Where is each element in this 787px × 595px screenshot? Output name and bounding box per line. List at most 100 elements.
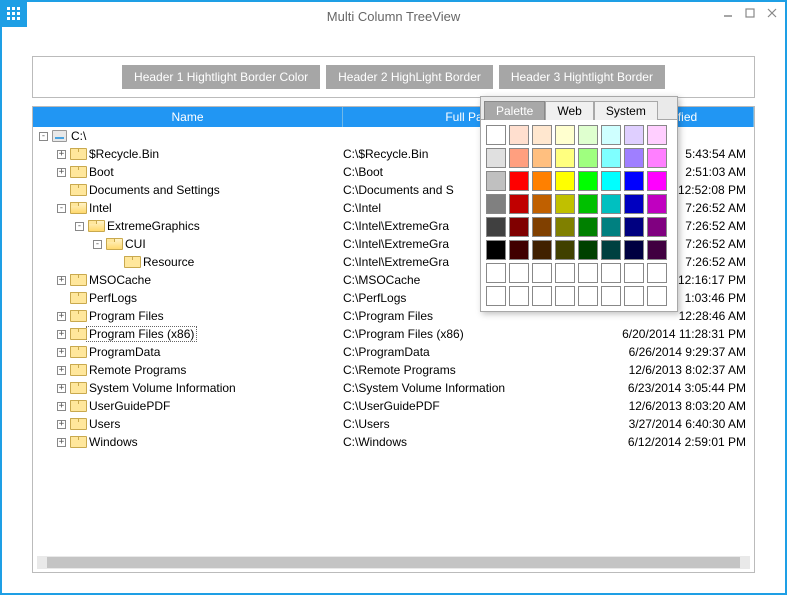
expand-icon[interactable]: +: [57, 276, 66, 285]
tree-row[interactable]: +WindowsC:\Windows6/12/2014 2:59:01 PM: [39, 433, 754, 451]
color-swatch[interactable]: [647, 286, 667, 306]
color-swatch[interactable]: [555, 263, 575, 283]
color-swatch[interactable]: [486, 171, 506, 191]
color-swatch[interactable]: [555, 125, 575, 145]
color-swatch[interactable]: [647, 148, 667, 168]
header3-highlight-button[interactable]: Header 3 Hightlight Border: [499, 65, 665, 89]
expand-icon[interactable]: +: [57, 168, 66, 177]
color-swatch[interactable]: [486, 263, 506, 283]
close-button[interactable]: [765, 6, 779, 20]
color-swatch[interactable]: [647, 263, 667, 283]
color-swatch[interactable]: [624, 240, 644, 260]
color-swatch[interactable]: [555, 171, 575, 191]
color-swatch[interactable]: [624, 194, 644, 214]
color-swatch[interactable]: [624, 171, 644, 191]
tab-web[interactable]: Web: [545, 101, 593, 120]
expand-icon[interactable]: +: [57, 402, 66, 411]
tree-row[interactable]: +Remote ProgramsC:\Remote Programs12/6/2…: [39, 361, 754, 379]
tree-row[interactable]: +UsersC:\Users3/27/2014 6:40:30 AM: [39, 415, 754, 433]
modified-cell: 6/12/2014 2:59:01 PM: [596, 435, 754, 449]
color-swatch[interactable]: [555, 286, 575, 306]
color-swatch[interactable]: [647, 171, 667, 191]
color-swatch[interactable]: [601, 263, 621, 283]
color-swatch[interactable]: [601, 217, 621, 237]
maximize-button[interactable]: [743, 6, 757, 20]
tree-row[interactable]: +System Volume InformationC:\System Volu…: [39, 379, 754, 397]
color-swatch[interactable]: [532, 263, 552, 283]
color-swatch[interactable]: [624, 286, 644, 306]
minimize-button[interactable]: [721, 6, 735, 20]
color-swatch[interactable]: [486, 194, 506, 214]
color-swatch[interactable]: [601, 171, 621, 191]
color-swatch[interactable]: [486, 286, 506, 306]
color-swatch[interactable]: [509, 125, 529, 145]
header1-highlight-button[interactable]: Header 1 Hightlight Border Color: [122, 65, 320, 89]
collapse-icon[interactable]: -: [93, 240, 102, 249]
color-swatch[interactable]: [532, 194, 552, 214]
color-swatch[interactable]: [532, 148, 552, 168]
color-swatch[interactable]: [647, 240, 667, 260]
color-swatch[interactable]: [555, 240, 575, 260]
collapse-icon[interactable]: -: [75, 222, 84, 231]
color-swatch[interactable]: [601, 148, 621, 168]
color-swatch[interactable]: [555, 217, 575, 237]
color-swatch[interactable]: [509, 171, 529, 191]
color-swatch[interactable]: [532, 125, 552, 145]
expand-icon[interactable]: +: [57, 420, 66, 429]
color-swatch[interactable]: [509, 263, 529, 283]
color-swatch[interactable]: [532, 217, 552, 237]
color-swatch[interactable]: [486, 240, 506, 260]
tab-system[interactable]: System: [594, 101, 658, 120]
tree-row[interactable]: +Program Files (x86)C:\Program Files (x8…: [39, 325, 754, 343]
expand-icon[interactable]: +: [57, 330, 66, 339]
color-swatch[interactable]: [509, 286, 529, 306]
expand-icon[interactable]: +: [57, 384, 66, 393]
tab-palette[interactable]: Palette: [484, 101, 545, 120]
folder-icon: [70, 364, 85, 376]
horizontal-scrollbar[interactable]: [37, 556, 750, 569]
color-swatch[interactable]: [647, 194, 667, 214]
color-swatch[interactable]: [509, 194, 529, 214]
color-swatch[interactable]: [578, 217, 598, 237]
tree-row[interactable]: +UserGuidePDFC:\UserGuidePDF12/6/2013 8:…: [39, 397, 754, 415]
color-swatch[interactable]: [509, 240, 529, 260]
color-swatch[interactable]: [509, 217, 529, 237]
color-swatch[interactable]: [624, 263, 644, 283]
color-swatch[interactable]: [486, 125, 506, 145]
color-swatch[interactable]: [509, 148, 529, 168]
color-swatch[interactable]: [624, 125, 644, 145]
expand-icon[interactable]: +: [57, 150, 66, 159]
color-swatch[interactable]: [532, 240, 552, 260]
color-swatch[interactable]: [578, 263, 598, 283]
color-swatch[interactable]: [601, 286, 621, 306]
color-swatch[interactable]: [578, 194, 598, 214]
color-swatch[interactable]: [647, 217, 667, 237]
color-swatch[interactable]: [486, 148, 506, 168]
color-swatch[interactable]: [601, 240, 621, 260]
color-swatch[interactable]: [532, 286, 552, 306]
color-swatch[interactable]: [624, 148, 644, 168]
color-swatch[interactable]: [555, 194, 575, 214]
collapse-icon[interactable]: -: [57, 204, 66, 213]
collapse-icon[interactable]: -: [39, 132, 48, 141]
color-swatch[interactable]: [486, 217, 506, 237]
expand-icon[interactable]: +: [57, 438, 66, 447]
color-swatch[interactable]: [532, 171, 552, 191]
expand-icon[interactable]: +: [57, 348, 66, 357]
tree-row[interactable]: +ProgramDataC:\ProgramData6/26/2014 9:29…: [39, 343, 754, 361]
color-swatch[interactable]: [647, 125, 667, 145]
color-swatch[interactable]: [601, 125, 621, 145]
expand-icon[interactable]: +: [57, 366, 66, 375]
color-swatch[interactable]: [578, 171, 598, 191]
color-swatch[interactable]: [578, 240, 598, 260]
app-menu-icon[interactable]: [1, 1, 27, 27]
header2-highlight-button[interactable]: Header 2 HighLight Border: [326, 65, 493, 89]
color-swatch[interactable]: [578, 286, 598, 306]
expand-icon[interactable]: +: [57, 312, 66, 321]
color-swatch[interactable]: [578, 148, 598, 168]
color-swatch[interactable]: [555, 148, 575, 168]
column-header-name[interactable]: Name: [33, 107, 343, 127]
color-swatch[interactable]: [578, 125, 598, 145]
color-swatch[interactable]: [601, 194, 621, 214]
color-swatch[interactable]: [624, 217, 644, 237]
